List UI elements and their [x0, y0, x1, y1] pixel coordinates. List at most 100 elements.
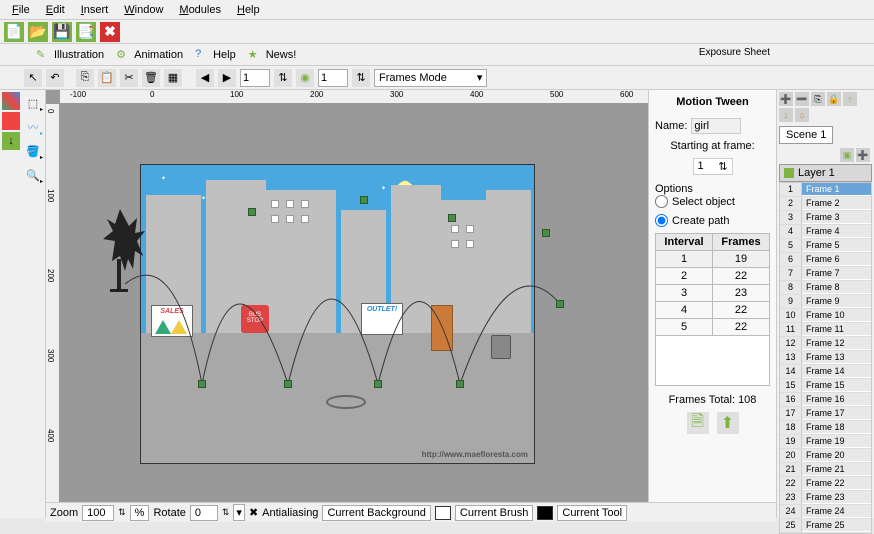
rp-home-icon[interactable]: ⌂	[795, 108, 809, 122]
bg-button[interactable]: Current Background	[322, 505, 430, 521]
frames-mode-combo[interactable]: Frames Mode▾	[374, 69, 487, 87]
frame-back-icon[interactable]: ◀	[196, 69, 214, 87]
cursor-icon[interactable]: ↖	[24, 69, 42, 87]
brush-button[interactable]: Current Brush	[455, 505, 533, 521]
create-path-radio[interactable]	[655, 214, 668, 227]
brush-swatch[interactable]	[537, 506, 553, 520]
zoom-field[interactable]	[82, 505, 114, 521]
frame-row[interactable]: 25Frame 25	[780, 519, 871, 533]
path-handle[interactable]	[284, 380, 292, 388]
layer-tool-icon[interactable]: ▣	[840, 148, 854, 162]
brush-tool[interactable]: 〰▸	[24, 118, 42, 136]
copy-icon[interactable]: ⎘	[76, 69, 94, 87]
select-object-radio[interactable]	[655, 195, 668, 208]
menu-file[interactable]: FFileile	[4, 2, 38, 17]
select-tool[interactable]: ⬚▸	[24, 94, 42, 112]
frame-row[interactable]: 14Frame 14	[780, 365, 871, 379]
frame-row[interactable]: 16Frame 16	[780, 393, 871, 407]
layer-add-icon[interactable]: ➕	[856, 148, 870, 162]
frame-fwd-icon[interactable]: ▶	[218, 69, 236, 87]
layer-header[interactable]: Layer 1	[779, 164, 872, 182]
rp-tool-icon[interactable]: ⎘	[811, 92, 825, 106]
palette-icon[interactable]	[2, 92, 20, 110]
path-handle[interactable]	[198, 380, 206, 388]
rp-up-icon[interactable]: ↑	[843, 92, 857, 106]
grid-icon[interactable]: ▦	[164, 69, 182, 87]
path-handle[interactable]	[248, 208, 256, 216]
motion-path[interactable]	[60, 104, 640, 518]
new-icon[interactable]: 📄	[4, 22, 24, 42]
scene-tab[interactable]: Scene 1	[779, 126, 833, 144]
frame-row[interactable]: 3Frame 3	[780, 211, 871, 225]
canvas[interactable]: ✦✦✦✦✦✦✦✦✦✦ SALES BUS STOP OUTL	[60, 104, 648, 518]
starting-frame-stepper[interactable]: 1⇅	[693, 158, 733, 175]
apply-tween-icon[interactable]: ⬆	[717, 412, 739, 434]
name-field[interactable]	[691, 118, 741, 134]
onion-icon[interactable]: ◉	[296, 69, 314, 87]
frame-row[interactable]: 20Frame 20	[780, 449, 871, 463]
menu-window[interactable]: Window	[116, 2, 171, 17]
fill-tool[interactable]: 🪣▸	[24, 142, 42, 160]
frame-count[interactable]	[318, 69, 348, 87]
frame-row[interactable]: 7Frame 7	[780, 267, 871, 281]
bg-swatch[interactable]	[435, 506, 451, 520]
rp-down-icon[interactable]: ↓	[779, 108, 793, 122]
table-row[interactable]: 522	[656, 319, 770, 336]
frame-row[interactable]: 22Frame 22	[780, 477, 871, 491]
tab-news[interactable]: ★News!	[248, 48, 297, 62]
frame-row[interactable]: 19Frame 19	[780, 435, 871, 449]
menu-insert[interactable]: Insert	[73, 2, 117, 17]
table-row[interactable]: 323	[656, 285, 770, 302]
cut-icon[interactable]: ✂	[120, 69, 138, 87]
rp-tool-icon[interactable]: 🔒	[827, 92, 841, 106]
frame-row[interactable]: 13Frame 13	[780, 351, 871, 365]
frame-row[interactable]: 8Frame 8	[780, 281, 871, 295]
save-icon[interactable]: 💾	[52, 22, 72, 42]
frame-row[interactable]: 11Frame 11	[780, 323, 871, 337]
delete-icon[interactable]: 🗑	[142, 69, 160, 87]
frame-row[interactable]: 24Frame 24	[780, 505, 871, 519]
frame-row[interactable]: 15Frame 15	[780, 379, 871, 393]
frame-current[interactable]	[240, 69, 270, 87]
table-row[interactable]: 222	[656, 268, 770, 285]
open-icon[interactable]: 📂	[28, 22, 48, 42]
tab-help[interactable]: ?Help	[195, 48, 236, 62]
add-scene-icon[interactable]: ➕	[779, 92, 793, 106]
remove-scene-icon[interactable]: ➖	[795, 92, 809, 106]
menu-help[interactable]: Help	[229, 2, 268, 17]
frame-row[interactable]: 23Frame 23	[780, 491, 871, 505]
table-row[interactable]: 119	[656, 251, 770, 268]
rotate-field[interactable]	[190, 505, 218, 521]
path-handle[interactable]	[448, 214, 456, 222]
frame-row[interactable]: 2Frame 2	[780, 197, 871, 211]
frame-row[interactable]: 10Frame 10	[780, 309, 871, 323]
tab-animation[interactable]: ⚙Animation	[116, 48, 183, 62]
color1-icon[interactable]	[2, 112, 20, 130]
zoom-tool[interactable]: 🔍▸	[24, 166, 42, 184]
tab-illustration[interactable]: ✎Illustration	[36, 48, 104, 62]
path-handle[interactable]	[456, 380, 464, 388]
antialias-label[interactable]: Antialiasing	[262, 507, 318, 519]
path-handle[interactable]	[374, 380, 382, 388]
path-handle[interactable]	[360, 196, 368, 204]
frame-row[interactable]: 21Frame 21	[780, 463, 871, 477]
frame-row[interactable]: 9Frame 9	[780, 295, 871, 309]
frame-row[interactable]: 1Frame 1	[780, 183, 871, 197]
frame-row[interactable]: 4Frame 4	[780, 225, 871, 239]
path-handle[interactable]	[542, 229, 550, 237]
path-handle[interactable]	[556, 300, 564, 308]
save-tween-icon[interactable]: 🗎	[687, 412, 709, 434]
frame-row[interactable]: 18Frame 18	[780, 421, 871, 435]
menu-modules[interactable]: Modules	[171, 2, 229, 17]
tool-button[interactable]: Current Tool	[557, 505, 627, 521]
table-row[interactable]: 422	[656, 302, 770, 319]
frame-row[interactable]: 12Frame 12	[780, 337, 871, 351]
menu-edit[interactable]: Edit	[38, 2, 73, 17]
frame-row[interactable]: 5Frame 5	[780, 239, 871, 253]
undo-icon[interactable]: ↶	[46, 69, 64, 87]
stepper2-icon[interactable]: ⇅	[352, 69, 370, 87]
saveas-icon[interactable]: 📑	[76, 22, 96, 42]
frame-row[interactable]: 17Frame 17	[780, 407, 871, 421]
paste-icon[interactable]: 📋	[98, 69, 116, 87]
close-icon[interactable]: ✖	[100, 22, 120, 42]
